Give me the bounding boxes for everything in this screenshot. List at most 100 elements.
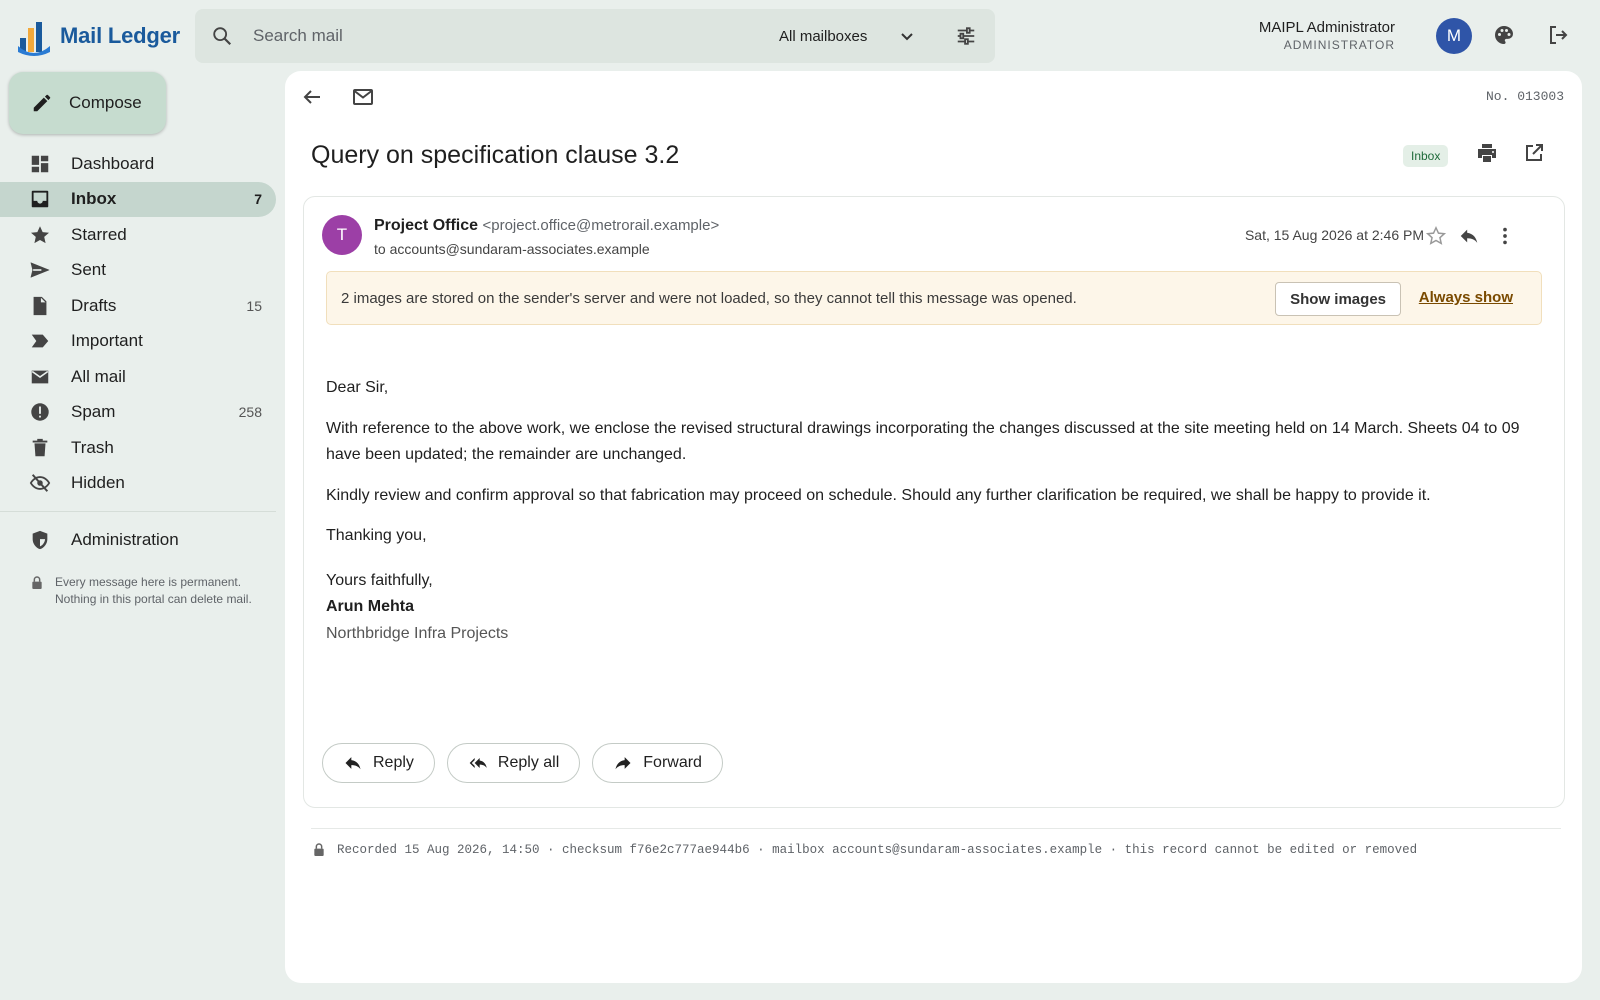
sidebar-item-administration[interactable]: Administration: [0, 522, 276, 558]
lock-icon: [314, 843, 324, 856]
sidebar-item-inbox[interactable]: Inbox 7: [0, 181, 276, 217]
sidebar-item-sent[interactable]: Sent: [0, 253, 276, 289]
sidebar-item-all-mail[interactable]: All mail: [0, 359, 276, 395]
message-number: No. 013003: [1485, 89, 1564, 104]
reply-button[interactable]: Reply: [322, 743, 435, 783]
permanence-note: Every message here is permanent. Nothing…: [29, 574, 269, 608]
body-closing: Yours faithfully,: [326, 571, 433, 589]
signature-org: Northbridge Infra Projects: [326, 624, 509, 642]
sidebar-item-label: Sent: [71, 260, 106, 280]
trash-icon: [32, 438, 48, 456]
sidebar-item-label: Dashboard: [71, 153, 155, 173]
print-icon[interactable]: [1475, 141, 1499, 165]
body-paragraph: With reference to the above work, we enc…: [326, 419, 1520, 464]
more-vert-icon[interactable]: [1494, 225, 1516, 247]
forward-button[interactable]: Forward: [592, 743, 723, 783]
audit-text: Recorded 15 Aug 2026, 14:50 · checksum f…: [337, 843, 1418, 857]
lock-icon: [32, 576, 42, 589]
pencil-icon: [33, 94, 51, 112]
sidebar-item-starred[interactable]: Starred: [0, 217, 276, 253]
sidebar-item-label: Trash: [71, 437, 114, 457]
message-body: Dear Sir, With reference to the above wo…: [326, 375, 1546, 647]
message-panel: No. 013003 Query on specification clause…: [285, 71, 1582, 983]
filter-options-icon[interactable]: [955, 25, 977, 47]
spam-icon: [31, 403, 49, 421]
reply-all-button[interactable]: Reply all: [446, 743, 581, 783]
label-important-icon: [31, 334, 49, 348]
compose-label: Compose: [69, 93, 142, 112]
signature-name: Arun Mehta: [326, 598, 414, 615]
sidebar-item-label: All mail: [71, 366, 126, 386]
user-avatar[interactable]: M: [1436, 18, 1472, 54]
mailbox-select[interactable]: All mailboxes: [779, 9, 915, 63]
sidebar-item-count: 7: [254, 191, 262, 208]
sidebar-item-label: Drafts: [71, 295, 117, 315]
sidebar-item-spam[interactable]: Spam 258: [0, 395, 276, 431]
message-date: Sat, 15 Aug 2026 at 2:46 PM: [1244, 227, 1424, 243]
sidebar-item-label: Inbox: [71, 189, 117, 209]
images-blocked-banner: 2 images are stored on the sender's serv…: [326, 271, 1542, 325]
back-arrow-icon[interactable]: [300, 85, 324, 109]
body-thanks: Thanking you,: [326, 527, 427, 544]
folder-badge[interactable]: Inbox: [1403, 145, 1449, 167]
message-actions: Reply Reply all Forward: [322, 743, 723, 783]
open-in-new-icon[interactable]: [1522, 141, 1546, 165]
sidebar-item-count: 15: [246, 297, 262, 314]
body-paragraph: Kindly review and confirm approval so th…: [326, 486, 1431, 504]
show-images-button[interactable]: Show images: [1275, 282, 1401, 316]
user-name: MAIPL Administrator: [1258, 19, 1395, 36]
forward-label: Forward: [643, 754, 702, 771]
send-icon: [30, 262, 50, 278]
logo-icon: [18, 22, 50, 56]
sender-name[interactable]: Project Office: [374, 217, 478, 234]
mark-unread-icon[interactable]: [351, 85, 375, 109]
mailbox-select-value: All mailboxes: [779, 27, 868, 45]
inbox-icon: [31, 191, 49, 208]
sidebar-item-dashboard[interactable]: Dashboard: [0, 146, 276, 182]
message-card: T Project Office <project.office@metrora…: [303, 196, 1565, 808]
message-subject: Query on specification clause 3.2: [311, 141, 680, 169]
sidebar-item-drafts[interactable]: Drafts 15: [0, 288, 276, 324]
palette-icon[interactable]: [1492, 23, 1516, 47]
always-show-link[interactable]: Always show: [1419, 289, 1513, 306]
mail-icon: [31, 370, 49, 384]
search-icon[interactable]: [211, 25, 233, 47]
reply-all-icon: [469, 758, 487, 768]
dashboard-icon: [31, 155, 49, 172]
chevron-down-icon: [901, 33, 914, 41]
compose-button[interactable]: Compose: [9, 72, 166, 134]
audit-divider: [311, 828, 1561, 829]
user-role: ADMINISTRATOR: [1283, 38, 1395, 52]
sidebar-divider: [0, 511, 276, 512]
search-bar: All mailboxes: [195, 9, 995, 63]
forward-icon: [615, 757, 631, 770]
permanence-note-text: Every message here is permanent. Nothing…: [55, 575, 252, 606]
sidebar-item-label: Administration: [71, 529, 179, 549]
reply-icon: [345, 757, 361, 770]
audit-record: Recorded 15 Aug 2026, 14:50 · checksum f…: [311, 842, 1417, 858]
reply-icon[interactable]: [1458, 225, 1480, 247]
sidebar-item-important[interactable]: Important: [0, 324, 276, 360]
hidden-icon: [29, 474, 51, 493]
reply-label: Reply: [373, 754, 414, 771]
logout-icon[interactable]: [1546, 23, 1570, 47]
app-logo[interactable]: Mail Ledger: [16, 16, 180, 56]
reply-all-label: Reply all: [497, 754, 560, 771]
sidebar-nav: Dashboard Inbox 7 Starred Sent Drafts 15…: [0, 146, 276, 558]
body-greeting: Dear Sir,: [326, 379, 389, 396]
search-input[interactable]: [253, 26, 753, 46]
sender-email: <project.office@metrorail.example>: [482, 217, 720, 234]
sidebar-item-label: Hidden: [71, 473, 125, 493]
user-info: MAIPL Administrator ADMINISTRATOR: [1259, 19, 1395, 52]
sidebar-item-label: Important: [71, 331, 143, 351]
sidebar-item-hidden[interactable]: Hidden: [0, 466, 276, 502]
recipient-line: to accounts@sundaram-associates.example: [374, 241, 650, 257]
star-outline-icon[interactable]: [1425, 225, 1447, 247]
sidebar-item-trash[interactable]: Trash: [0, 430, 276, 466]
sidebar-item-label: Starred: [71, 224, 127, 244]
images-warning-text: 2 images are stored on the sender's serv…: [341, 289, 1077, 307]
star-icon: [31, 226, 49, 243]
sidebar-item-count: 258: [238, 404, 262, 421]
sender-line: Project Office <project.office@metrorail…: [374, 217, 719, 235]
draft-icon: [33, 296, 47, 315]
